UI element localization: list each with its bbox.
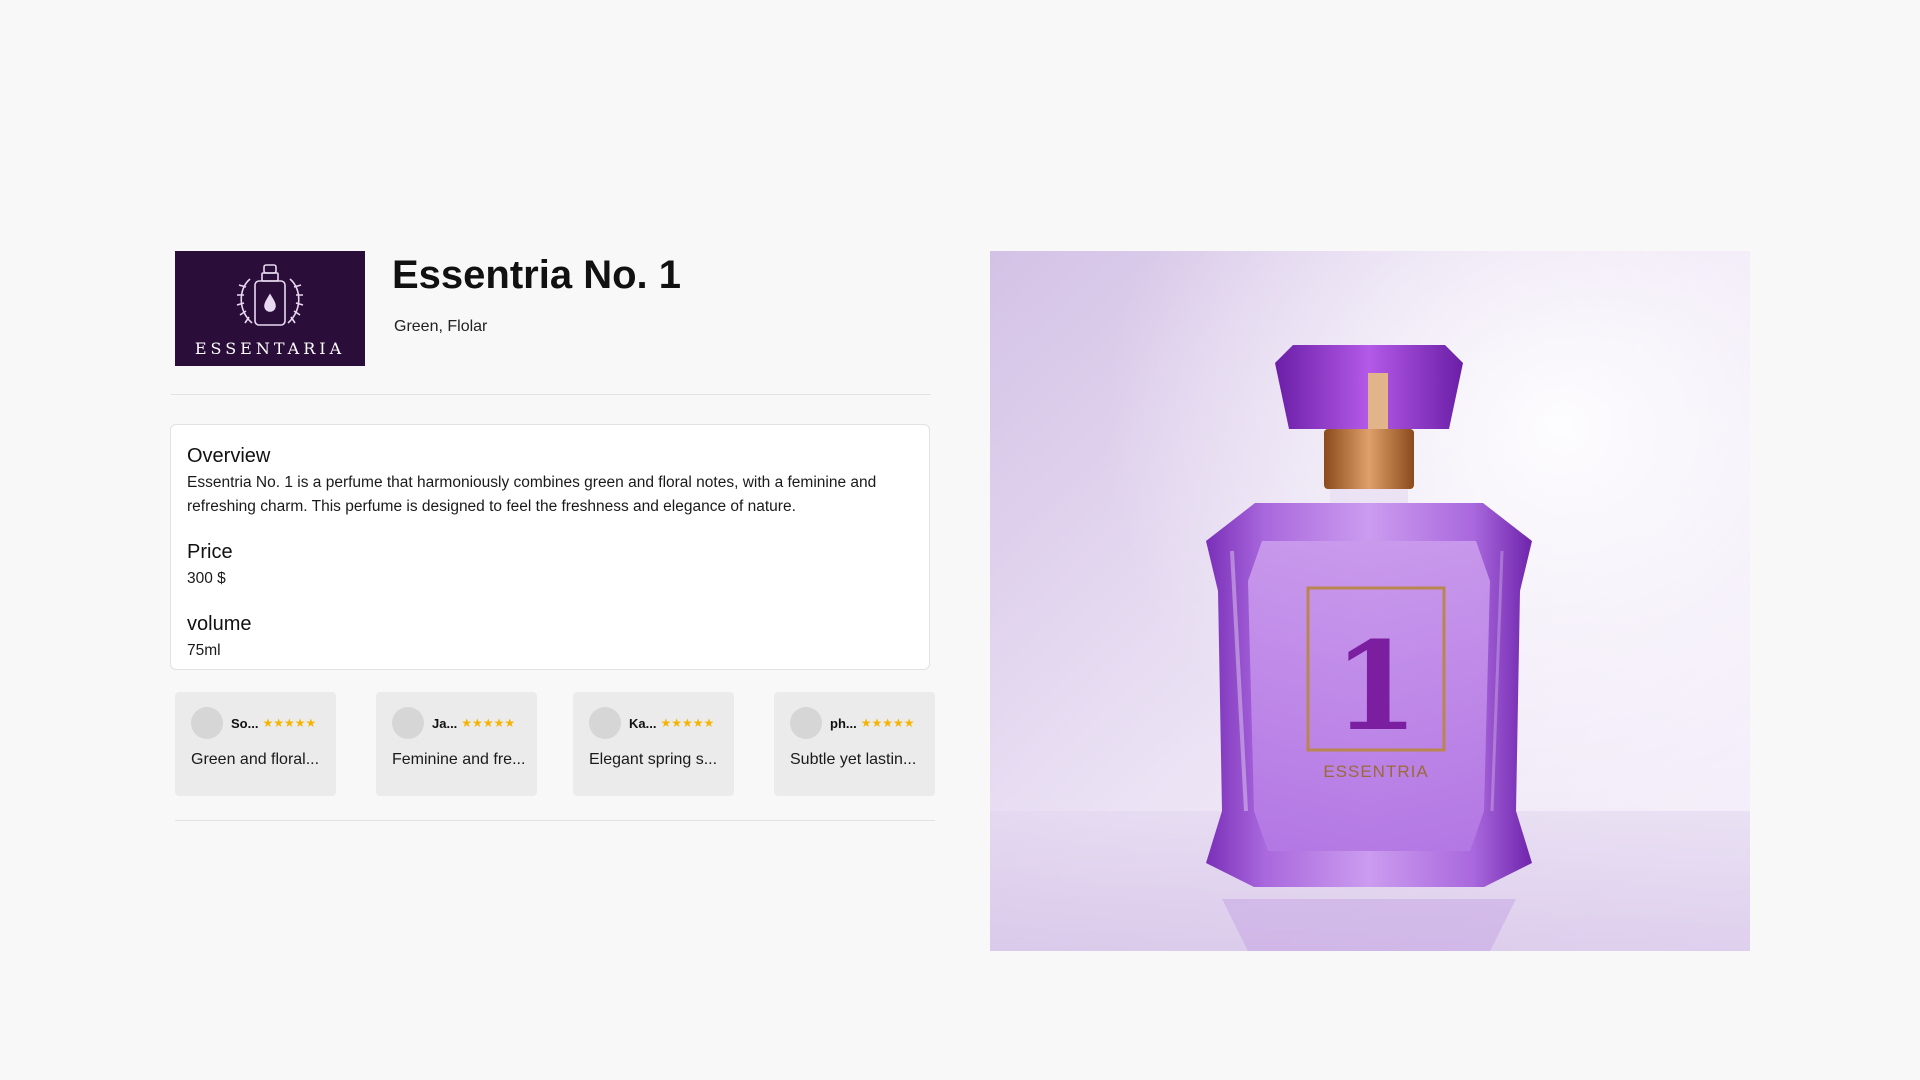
reviewer-name: Ja... — [432, 715, 458, 731]
reviewer-name: ph... — [830, 715, 857, 731]
product-details-card: Overview Essentria No. 1 is a perfume th… — [170, 424, 930, 670]
brand-logo-text: ESSENTARIA — [194, 339, 346, 358]
price-value: 300 $ — [187, 570, 226, 587]
price-section: Price 300 $ — [187, 539, 913, 591]
review-text: Elegant spring s... — [589, 751, 718, 768]
review-text: Feminine and fre... — [392, 751, 526, 768]
reviewer-name: So... — [231, 715, 259, 731]
review-card[interactable]: ph... ★★★★★ Subtle yet lastin... — [774, 692, 935, 796]
review-card[interactable]: Ka... ★★★★★ Elegant spring s... — [573, 692, 734, 796]
review-card[interactable]: Ja... ★★★★★ Feminine and fre... — [376, 692, 537, 796]
product-title: Essentria No. 1 — [392, 253, 682, 297]
perfume-bottle-illustration: 1 ESSENTRIA — [990, 251, 1750, 951]
star-rating-icon: ★★★★★ — [860, 716, 915, 730]
overview-text: Essentria No. 1 is a perfume that harmon… — [187, 474, 877, 515]
product-tags: Green, Flolar — [394, 318, 488, 335]
volume-heading: volume — [187, 613, 252, 635]
avatar — [790, 707, 822, 739]
star-rating-icon: ★★★★★ — [461, 716, 516, 730]
avatar — [191, 707, 223, 739]
product-page: ESSENTARIA Essentria No. 1 Green, Flolar… — [0, 0, 1920, 1080]
brand-logo[interactable]: ESSENTARIA — [175, 251, 365, 366]
volume-value: 75ml — [187, 642, 221, 659]
review-text: Green and floral... — [191, 751, 320, 768]
volume-section: volume 75ml — [187, 611, 913, 663]
perfume-bottle-wreath-icon — [236, 264, 304, 326]
star-rating-icon: ★★★★★ — [660, 716, 715, 730]
star-rating-icon: ★★★★★ — [262, 716, 317, 730]
avatar — [589, 707, 621, 739]
product-image: 1 ESSENTRIA — [990, 251, 1750, 951]
review-text: Subtle yet lastin... — [790, 751, 917, 768]
overview-heading: Overview — [187, 445, 271, 467]
bottle-label: ESSENTRIA — [1323, 762, 1428, 781]
bottle-number: 1 — [1334, 614, 1419, 758]
reviews-divider — [175, 820, 935, 821]
reviewer-name: Ka... — [629, 715, 657, 731]
reviews-list: So... ★★★★★ Green and floral... Ja... ★★… — [175, 692, 935, 796]
header-divider — [171, 394, 931, 395]
avatar — [392, 707, 424, 739]
price-heading: Price — [187, 541, 233, 563]
review-card[interactable]: So... ★★★★★ Green and floral... — [175, 692, 336, 796]
overview-section: Overview Essentria No. 1 is a perfume th… — [187, 443, 913, 519]
